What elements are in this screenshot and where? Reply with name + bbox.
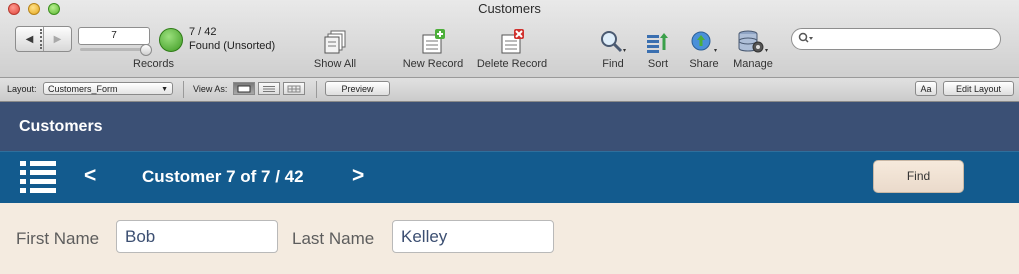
preview-button[interactable]: Preview bbox=[325, 81, 390, 96]
records-label: Records bbox=[133, 58, 174, 70]
layout-select[interactable]: Customers_Form ▼ bbox=[43, 82, 173, 95]
divider bbox=[316, 81, 317, 98]
database-gear-icon bbox=[730, 25, 776, 55]
find-label: Find bbox=[602, 58, 624, 70]
new-record-button[interactable]: New Record bbox=[401, 25, 465, 70]
new-record-icon bbox=[401, 25, 465, 55]
edit-layout-button[interactable]: Edit Layout bbox=[943, 81, 1014, 96]
sort-label: Sort bbox=[647, 58, 669, 70]
list-icon[interactable] bbox=[20, 160, 56, 199]
layout-bar: Layout: Customers_Form ▼ View As: Previe… bbox=[0, 78, 1019, 102]
sort-button[interactable]: Sort bbox=[644, 25, 672, 70]
share-label: Share bbox=[689, 58, 719, 70]
delete-record-icon bbox=[474, 25, 550, 55]
page-title: Customers bbox=[19, 118, 103, 135]
previous-record-button[interactable]: < bbox=[84, 164, 96, 188]
layout-header bbox=[0, 102, 1019, 151]
found-set-pie-icon bbox=[159, 28, 183, 52]
layout-select-value: Customers_Form bbox=[48, 84, 118, 94]
delete-record-button[interactable]: Delete Record bbox=[474, 25, 550, 70]
record-position-title: Customer 7 of 7 / 42 bbox=[142, 167, 304, 186]
next-record-button[interactable]: > bbox=[352, 164, 364, 188]
first-name-field[interactable]: Bob bbox=[116, 220, 278, 253]
table-view-button[interactable] bbox=[283, 82, 305, 95]
search-icon bbox=[798, 32, 814, 50]
record-number-input[interactable]: 7 bbox=[78, 27, 150, 45]
record-book-navigator: ◀ ▶ bbox=[15, 26, 72, 52]
layout-label: Layout: bbox=[7, 84, 37, 94]
form-view-icon bbox=[237, 85, 251, 92]
show-all-button[interactable]: Show All bbox=[310, 25, 360, 70]
divider bbox=[183, 81, 184, 98]
manage-label: Manage bbox=[733, 58, 773, 70]
sort-icon bbox=[644, 25, 672, 55]
found-status: Found (Unsorted) bbox=[189, 40, 276, 52]
first-name-label: First Name bbox=[16, 229, 100, 248]
magnifier-icon bbox=[596, 25, 630, 55]
quick-find-search-input[interactable] bbox=[791, 28, 1001, 50]
list-view-button[interactable] bbox=[258, 82, 280, 95]
table-view-icon bbox=[287, 85, 301, 92]
share-button[interactable]: Share bbox=[686, 25, 722, 70]
window-title: Customers bbox=[478, 1, 541, 16]
delete-record-label: Delete Record bbox=[476, 58, 548, 70]
chevron-down-icon: ▼ bbox=[161, 86, 168, 93]
find-button[interactable]: Find bbox=[873, 160, 964, 193]
manage-button[interactable]: Manage bbox=[730, 25, 776, 70]
form-view-button[interactable] bbox=[233, 82, 255, 95]
last-name-field[interactable]: Kelley bbox=[392, 220, 554, 253]
view-as-label: View As: bbox=[193, 84, 228, 94]
show-all-label: Show All bbox=[313, 58, 357, 70]
record-count: 7 / 42 bbox=[189, 26, 217, 38]
next-record-icon[interactable]: ▶ bbox=[44, 27, 71, 51]
share-icon bbox=[686, 25, 722, 55]
new-record-label: New Record bbox=[402, 58, 464, 70]
find-toolbar-button[interactable]: Find bbox=[596, 25, 630, 70]
record-slider-knob[interactable] bbox=[140, 44, 152, 56]
show-all-icon bbox=[310, 25, 360, 55]
text-formatting-button[interactable]: Aa bbox=[915, 81, 937, 96]
list-view-icon bbox=[263, 85, 275, 92]
last-name-label: Last Name bbox=[292, 229, 375, 248]
